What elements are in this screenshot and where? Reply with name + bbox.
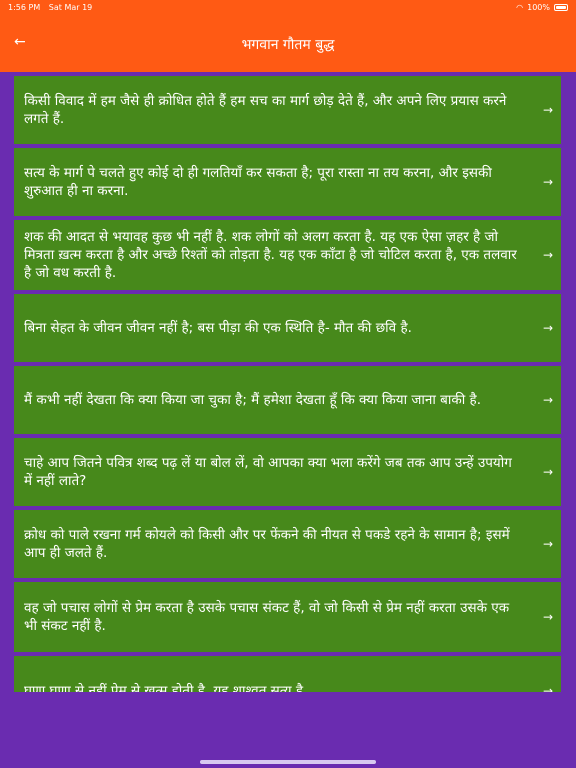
list-item[interactable]: क्रोध को पाले रखना गर्म कोयले को किसी और… (12, 508, 563, 580)
home-indicator[interactable] (200, 760, 376, 764)
list-item[interactable]: सत्य के मार्ग पे चलते हुए कोई दो ही गलति… (12, 146, 563, 218)
battery-percent: 100% (527, 2, 550, 12)
bottom-panel (0, 692, 576, 768)
list-item[interactable]: घृणा घृणा से नहीं प्रेम से ख़त्म होती है… (12, 654, 563, 692)
status-bar: 1:56 PM Sat Mar 19 ◠ 100% (0, 0, 576, 14)
arrow-right-icon: → (542, 537, 553, 551)
page-title: भगवान गौतम बुद्ध (241, 36, 335, 53)
quote-list[interactable]: किसी विवाद में हम जैसे ही क्रोधित होते ह… (0, 72, 576, 692)
arrow-right-icon: → (542, 321, 553, 335)
arrow-right-icon: → (542, 465, 553, 479)
nav-bar: ← भगवान गौतम बुद्ध (0, 14, 576, 72)
battery-icon (554, 3, 568, 11)
quote-text: घृणा घृणा से नहीं प्रेम से ख़त्म होती है… (24, 683, 308, 692)
arrow-right-icon: → (542, 684, 553, 692)
quote-text: चाहे आप जितने पवित्र शब्द पढ़ लें या बोल… (24, 455, 512, 489)
quote-text: मैं कभी नहीं देखता कि क्या किया जा चुका … (24, 392, 481, 408)
list-item[interactable]: शक की आदत से भयावह कुछ भी नहीं है. शक लो… (12, 218, 563, 292)
arrow-right-icon: → (542, 248, 553, 262)
status-date: Sat Mar 19 (48, 2, 93, 12)
quote-text: बिना सेहत के जीवन जीवन नहीं है; बस पीड़ा… (24, 320, 412, 336)
quote-text: क्रोध को पाले रखना गर्म कोयले को किसी और… (24, 527, 510, 561)
status-time: 1:56 PM (8, 2, 41, 12)
quote-text: सत्य के मार्ग पे चलते हुए कोई दो ही गलति… (24, 165, 492, 199)
back-arrow-icon[interactable]: ← (14, 34, 26, 50)
list-item[interactable]: चाहे आप जितने पवित्र शब्द पढ़ लें या बोल… (12, 436, 563, 508)
quote-text: वह जो पचास लोगों से प्रेम करता है उसके प… (24, 600, 510, 634)
quote-text: शक की आदत से भयावह कुछ भी नहीं है. शक लो… (24, 229, 517, 281)
arrow-right-icon: → (542, 103, 553, 117)
list-item[interactable]: किसी विवाद में हम जैसे ही क्रोधित होते ह… (12, 74, 563, 146)
list-item[interactable]: वह जो पचास लोगों से प्रेम करता है उसके प… (12, 580, 563, 654)
wifi-icon: ◠ (516, 2, 524, 12)
quote-text: किसी विवाद में हम जैसे ही क्रोधित होते ह… (24, 93, 507, 127)
list-item[interactable]: बिना सेहत के जीवन जीवन नहीं है; बस पीड़ा… (12, 292, 563, 364)
arrow-right-icon: → (542, 393, 553, 407)
arrow-right-icon: → (542, 175, 553, 189)
list-item[interactable]: मैं कभी नहीं देखता कि क्या किया जा चुका … (12, 364, 563, 436)
arrow-right-icon: → (542, 610, 553, 624)
